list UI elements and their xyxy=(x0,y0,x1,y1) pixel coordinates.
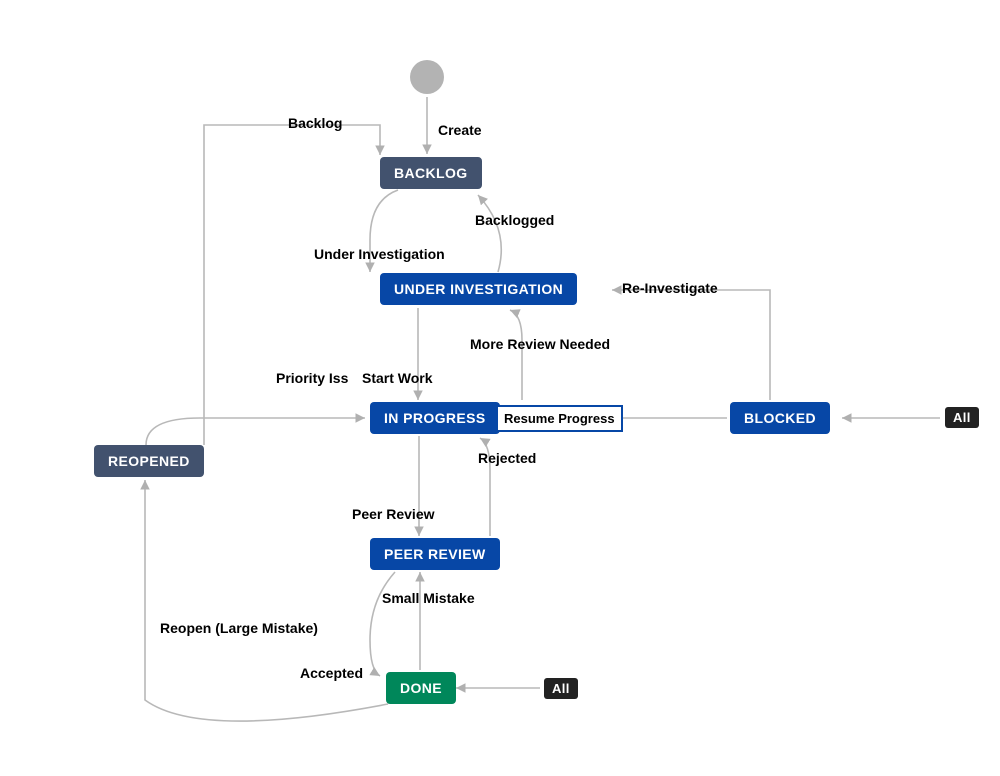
workflow-diagram: BACKLOG UNDER INVESTIGATION IN PROGRESS … xyxy=(0,0,1000,776)
edge-re-investigate: Re-Investigate xyxy=(622,280,718,296)
state-done[interactable]: DONE xyxy=(386,672,456,704)
resume-progress-chip: Resume Progress xyxy=(498,405,623,432)
state-backlog[interactable]: BACKLOG xyxy=(380,157,482,189)
connector-lines xyxy=(0,0,1000,776)
edge-peer-review: Peer Review xyxy=(352,506,435,522)
state-blocked[interactable]: BLOCKED xyxy=(730,402,830,434)
edge-create: Create xyxy=(438,122,482,138)
state-peer-review[interactable]: PEER REVIEW xyxy=(370,538,500,570)
edge-priority-iss: Priority Iss xyxy=(276,370,348,386)
edge-more-review-needed: More Review Needed xyxy=(470,336,610,352)
edge-backlogged: Backlogged xyxy=(475,212,554,228)
edge-small-mistake: Small Mistake xyxy=(382,590,475,606)
edge-backlog: Backlog xyxy=(288,115,342,131)
edge-rejected: Rejected xyxy=(478,450,536,466)
edge-start-work: Start Work xyxy=(362,370,433,386)
state-in-progress[interactable]: IN PROGRESS xyxy=(370,402,500,434)
state-reopened[interactable]: REOPENED xyxy=(94,445,204,477)
source-all-to-done[interactable]: All xyxy=(544,678,578,699)
start-node xyxy=(410,60,444,94)
state-under-investigation[interactable]: UNDER INVESTIGATION xyxy=(380,273,577,305)
edge-under-investigation: Under Investigation xyxy=(314,246,445,262)
source-all-to-blocked[interactable]: All xyxy=(945,407,979,428)
edge-accepted: Accepted xyxy=(300,665,363,681)
edge-reopen-large-mistake: Reopen (Large Mistake) xyxy=(160,620,318,636)
